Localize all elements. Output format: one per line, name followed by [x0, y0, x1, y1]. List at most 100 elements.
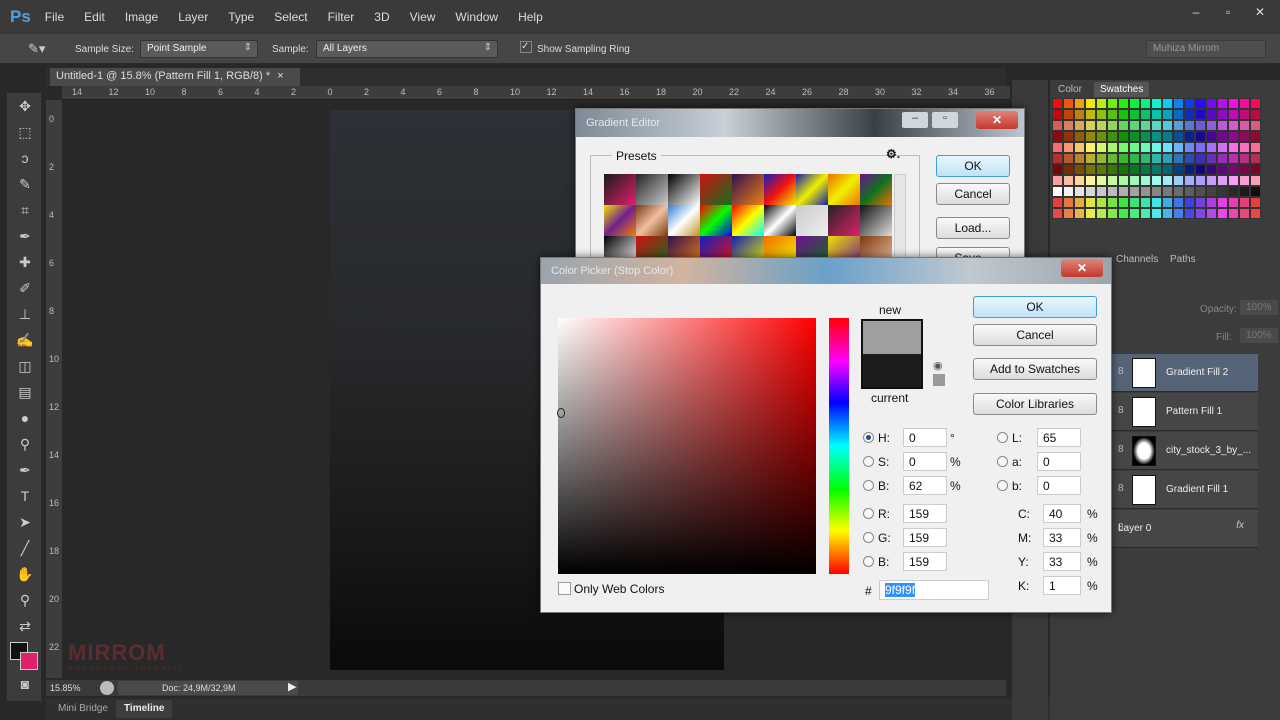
out-of-gamut-icon[interactable]: ◉: [933, 359, 943, 372]
swatch[interactable]: [1162, 131, 1173, 142]
gradient-ok-button[interactable]: OK: [936, 155, 1010, 177]
swatch[interactable]: [1118, 153, 1129, 164]
hex-input[interactable]: 9f9f9f: [879, 580, 989, 600]
swatch[interactable]: [1074, 208, 1085, 219]
gradient-editor-close-button[interactable]: ✕: [976, 111, 1018, 129]
rgb-input[interactable]: 159: [903, 504, 947, 523]
swatch[interactable]: [1063, 175, 1074, 186]
cmyk-input[interactable]: 33: [1043, 528, 1081, 547]
swatch[interactable]: [1228, 142, 1239, 153]
swatch[interactable]: [1206, 120, 1217, 131]
tab-color[interactable]: Color: [1052, 82, 1088, 97]
swatch[interactable]: [1107, 98, 1118, 109]
swatch[interactable]: [1195, 186, 1206, 197]
presets-scrollbar[interactable]: [894, 174, 906, 264]
swatch[interactable]: [1250, 164, 1261, 175]
swatch[interactable]: [1217, 131, 1228, 142]
zoom-level[interactable]: 15.85%: [50, 683, 81, 693]
swatch[interactable]: [1184, 98, 1195, 109]
swatch[interactable]: [1052, 197, 1063, 208]
swatch[interactable]: [1118, 120, 1129, 131]
cmyk-input[interactable]: 1: [1043, 576, 1081, 595]
swatch[interactable]: [1063, 197, 1074, 208]
swatch[interactable]: [1228, 175, 1239, 186]
swatch[interactable]: [1096, 142, 1107, 153]
swatch[interactable]: [1085, 197, 1096, 208]
status-menu-arrow-icon[interactable]: ▶: [288, 680, 296, 693]
swatch[interactable]: [1217, 197, 1228, 208]
swatch[interactable]: [1096, 131, 1107, 142]
swatch[interactable]: [1162, 186, 1173, 197]
swatch[interactable]: [1074, 131, 1085, 142]
swatch[interactable]: [1129, 142, 1140, 153]
swatch[interactable]: [1074, 120, 1085, 131]
close-tab-icon[interactable]: ×: [277, 70, 283, 82]
radio-lab-2[interactable]: [997, 480, 1008, 491]
swap-colors-tool-icon[interactable]: ⇄: [7, 613, 43, 639]
lasso-tool-icon[interactable]: ↄ: [7, 145, 43, 171]
layer-row[interactable]: 8 Layer 0 fx: [1108, 510, 1258, 548]
show-sampling-ring-checkbox[interactable]: ✓: [520, 41, 532, 53]
swatch[interactable]: [1063, 153, 1074, 164]
swatch[interactable]: [1151, 98, 1162, 109]
swatch[interactable]: [1063, 109, 1074, 120]
lab-input[interactable]: 0: [1037, 452, 1081, 471]
swatch[interactable]: [1052, 153, 1063, 164]
web-safe-icon[interactable]: [933, 374, 945, 386]
swatch[interactable]: [1250, 175, 1261, 186]
maximize-icon[interactable]: ▫: [932, 112, 958, 128]
color-field[interactable]: [558, 318, 816, 574]
swatch[interactable]: [1195, 109, 1206, 120]
close-button[interactable]: ✕: [1248, 4, 1272, 20]
tab-channels[interactable]: Channels: [1110, 252, 1164, 267]
swatch[interactable]: [1151, 142, 1162, 153]
swatch[interactable]: [1239, 98, 1250, 109]
swatch[interactable]: [1151, 175, 1162, 186]
swatch[interactable]: [1074, 98, 1085, 109]
swatch[interactable]: [1085, 153, 1096, 164]
swatch[interactable]: [1217, 109, 1228, 120]
swatch[interactable]: [1151, 164, 1162, 175]
swatch[interactable]: [1129, 98, 1140, 109]
gradient-preset[interactable]: [860, 205, 892, 236]
swatch[interactable]: [1118, 186, 1129, 197]
swatch[interactable]: [1206, 109, 1217, 120]
swatch[interactable]: [1107, 120, 1118, 131]
swatch[interactable]: [1129, 109, 1140, 120]
sample-size-select[interactable]: Point Sample ⇕: [140, 40, 258, 58]
menu-filter[interactable]: Filter: [328, 10, 355, 24]
swatch[interactable]: [1228, 197, 1239, 208]
swatch[interactable]: [1206, 175, 1217, 186]
swatch[interactable]: [1173, 175, 1184, 186]
gradient-preset[interactable]: [796, 174, 828, 205]
swatch[interactable]: [1195, 208, 1206, 219]
minimize-icon[interactable]: –: [902, 112, 928, 128]
swatch[interactable]: [1217, 208, 1228, 219]
gradient-preset[interactable]: [604, 174, 636, 205]
swatch[interactable]: [1118, 175, 1129, 186]
swatch[interactable]: [1107, 208, 1118, 219]
swatch[interactable]: [1085, 142, 1096, 153]
background-color-swatch[interactable]: [20, 652, 38, 670]
swatch[interactable]: [1217, 153, 1228, 164]
fx-icon[interactable]: fx: [1236, 520, 1244, 531]
swatch[interactable]: [1096, 197, 1107, 208]
swatch[interactable]: [1184, 186, 1195, 197]
swatch[interactable]: [1085, 208, 1096, 219]
current-color-swatch[interactable]: [863, 354, 921, 387]
swatch[interactable]: [1250, 208, 1261, 219]
swatch[interactable]: [1250, 109, 1261, 120]
color-libraries-button[interactable]: Color Libraries: [973, 393, 1097, 415]
swatch[interactable]: [1140, 109, 1151, 120]
swatch[interactable]: [1151, 131, 1162, 142]
swatch[interactable]: [1129, 153, 1140, 164]
hue-slider[interactable]: [829, 318, 849, 574]
menu-help[interactable]: Help: [518, 10, 543, 24]
menu-select[interactable]: Select: [274, 10, 307, 24]
swatch[interactable]: [1074, 175, 1085, 186]
swatch[interactable]: [1250, 120, 1261, 131]
swatch[interactable]: [1052, 98, 1063, 109]
swatch[interactable]: [1118, 164, 1129, 175]
swatch[interactable]: [1184, 120, 1195, 131]
radio-hsb-2[interactable]: [863, 480, 874, 491]
